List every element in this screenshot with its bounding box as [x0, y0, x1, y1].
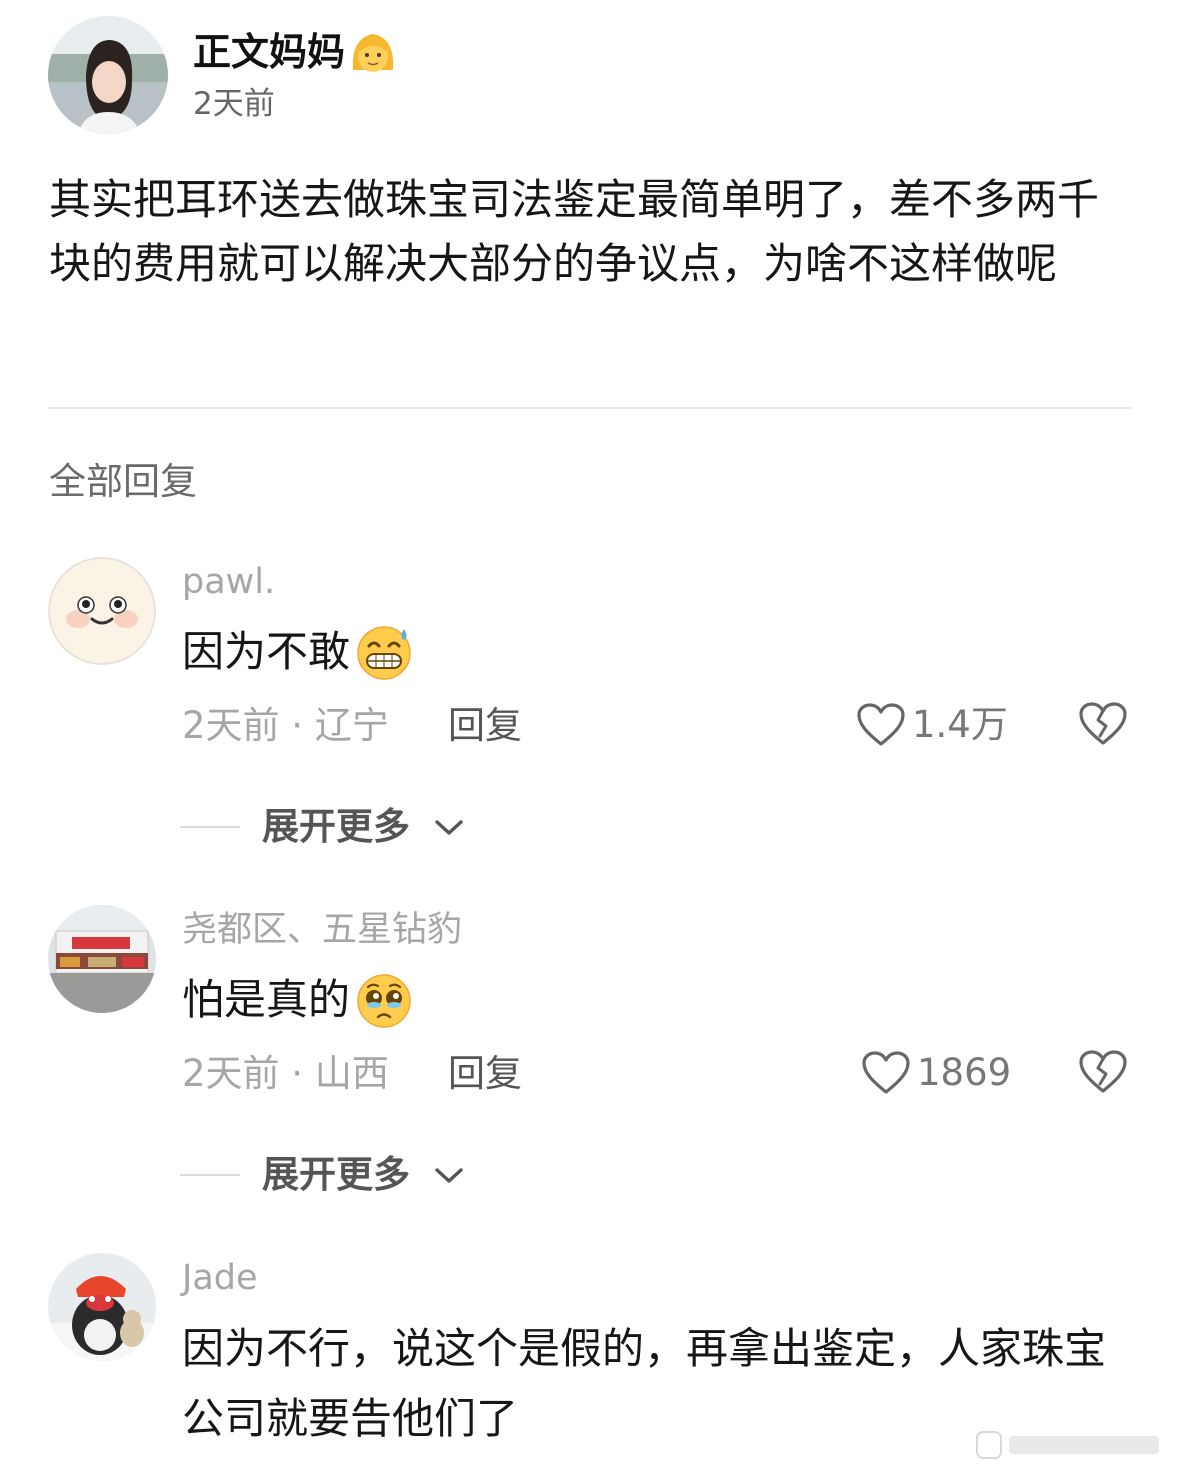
grinning-sweat-emoji-icon [354, 623, 414, 681]
replies-section-title: 全部回复 [49, 460, 197, 503]
watermark-logo-icon [976, 1431, 1159, 1459]
like-button[interactable]: 1869 [861, 1050, 1011, 1096]
reply-button[interactable]: 回复 [448, 1052, 522, 1096]
broken-heart-icon [1079, 702, 1127, 745]
comment-username[interactable]: Jade [182, 1257, 258, 1299]
expand-more-label: 展开更多 [262, 1153, 410, 1196]
like-count: 1869 [917, 1051, 1012, 1094]
post-timestamp: 2天前 [193, 86, 275, 122]
comment-meta: 2天前 · 山西 [182, 1052, 389, 1095]
expand-divider-line [180, 1174, 240, 1176]
comment-avatar[interactable] [48, 1253, 156, 1361]
heart-icon [862, 1051, 910, 1094]
woman-emoji-icon [347, 28, 399, 76]
comment-text: 因为不敢 [182, 617, 414, 687]
comment-text: 怕是真的 [182, 965, 414, 1035]
comment-text-body: 因为不敢 [182, 627, 351, 676]
author-name-text: 正文妈妈 [193, 30, 346, 74]
like-button[interactable]: 1.4万 [856, 702, 1008, 748]
comment-avatar[interactable] [48, 557, 156, 665]
heart-icon [857, 703, 905, 746]
expand-more-button[interactable]: 展开更多 [180, 1153, 466, 1197]
expand-more-label: 展开更多 [262, 805, 410, 848]
chevron-down-icon [435, 820, 463, 835]
comment-username[interactable]: 尧都区、五星钻豹 [182, 909, 462, 951]
dislike-button[interactable] [1078, 700, 1128, 748]
comment-meta: 2天前 · 辽宁 [182, 704, 389, 747]
chevron-down-icon [435, 1168, 463, 1183]
comment-avatar[interactable] [48, 905, 156, 1013]
dislike-button[interactable] [1078, 1048, 1128, 1096]
post-body-text: 其实把耳环送去做珠宝司法鉴定最简单明了，差不多两千块的费用就可以解决大部分的争议… [49, 175, 1100, 288]
broken-heart-icon [1079, 1050, 1127, 1093]
comment-username[interactable]: pawl. [182, 561, 275, 603]
expand-divider-line [180, 826, 240, 828]
author-name[interactable]: 正文妈妈 [193, 28, 399, 76]
comment-text-body: 怕是真的 [182, 975, 351, 1024]
reply-button[interactable]: 回复 [448, 704, 522, 748]
divider [48, 407, 1131, 409]
author-avatar[interactable] [48, 16, 168, 134]
pleading-face-emoji-icon [354, 971, 414, 1029]
like-count: 1.4万 [912, 703, 1008, 746]
expand-more-button[interactable]: 展开更多 [180, 805, 466, 849]
